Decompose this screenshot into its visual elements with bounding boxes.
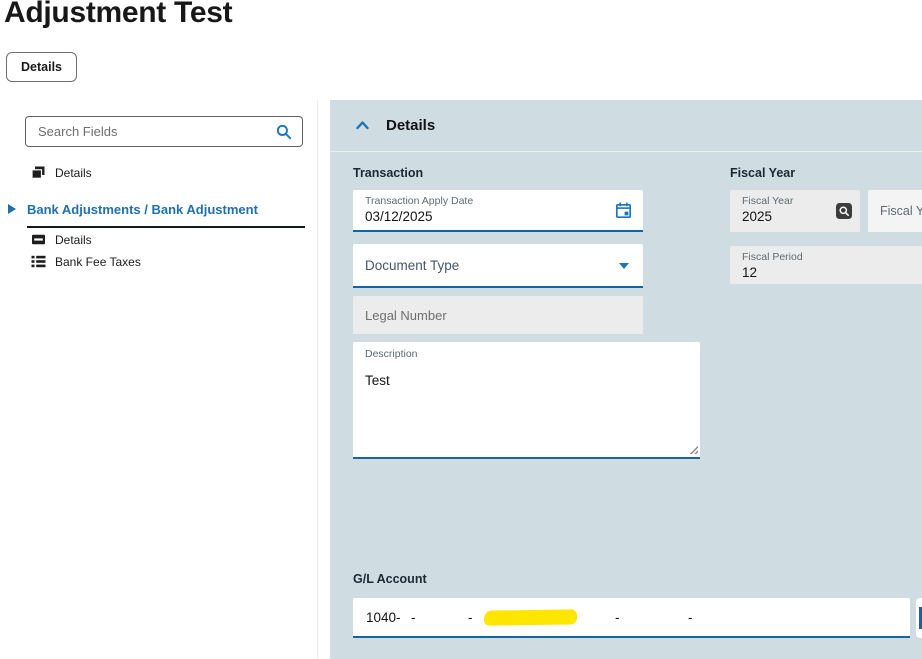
sidebar-group-label: Bank Adjustments / Bank Adjustment [27, 202, 258, 217]
sidebar-item-label: Details [55, 166, 92, 180]
sidebar-group-bank-adjustments[interactable]: Bank Adjustments / Bank Adjustment [27, 201, 305, 228]
fiscal-year-field: Fiscal Year 2025 [730, 190, 860, 232]
gl-segment: - [411, 598, 416, 636]
gl-segment: - [468, 598, 473, 636]
dropdown-label: Document Type [365, 258, 459, 273]
field-value: Test [353, 371, 700, 388]
search-fields-box[interactable] [25, 116, 303, 147]
sidebar-item-details-top[interactable]: Details [31, 164, 92, 181]
calendar-icon[interactable] [614, 201, 633, 220]
field-label: Transaction Apply Date [353, 190, 643, 207]
gl-account-lookup-button[interactable] [916, 598, 922, 638]
fiscal-year-suffix-field: Fiscal Ye [868, 190, 922, 232]
card-icon [31, 232, 46, 247]
field-navigation-sidebar: Details Bank Adjustments / Bank Adjustme… [0, 100, 318, 659]
fiscal-period-field: Fiscal Period 12 [730, 246, 922, 284]
legal-number-field: Legal Number [353, 296, 643, 334]
transaction-section-label: Transaction [353, 166, 423, 180]
expander-triangle-icon[interactable] [8, 204, 16, 214]
search-input[interactable] [36, 123, 275, 140]
field-value: 12 [730, 263, 922, 280]
details-panel: Details Transaction Transaction Apply Da… [330, 100, 922, 659]
field-label: Description [353, 342, 700, 360]
search-icon[interactable] [275, 123, 293, 141]
field-label: Fiscal Period [730, 246, 922, 263]
panel-title: Details [386, 117, 435, 134]
sidebar-item-label: Details [55, 233, 92, 247]
sidebar-item-bank-fee-taxes[interactable]: Bank Fee Taxes [31, 253, 141, 270]
button-glyph-fragment [919, 607, 922, 629]
page-title: Adjustment Test [4, 0, 232, 31]
resize-handle[interactable] [688, 444, 698, 454]
collapse-chevron-up-icon[interactable] [355, 119, 370, 132]
fiscal-year-section-label: Fiscal Year [730, 166, 795, 180]
list-icon [31, 254, 46, 269]
details-panel-header[interactable]: Details [330, 100, 922, 152]
redaction-highlight [484, 609, 577, 625]
field-label: Fiscal Ye [880, 204, 922, 218]
gl-segment: - [688, 598, 693, 636]
field-value: 03/12/2025 [353, 207, 643, 224]
field-label: Legal Number [365, 308, 447, 323]
gl-account-section-label: G/L Account [353, 572, 427, 586]
sidebar-item-details-group[interactable]: Details [31, 231, 92, 248]
sidebar-item-label: Bank Fee Taxes [55, 255, 141, 269]
chevron-down-icon [619, 263, 629, 269]
gl-segment: - [615, 598, 620, 636]
gl-account-field[interactable]: 1040- - - - - [353, 598, 910, 638]
lookup-search-icon[interactable] [835, 202, 853, 220]
document-type-dropdown[interactable]: Document Type [353, 244, 643, 288]
stacked-cards-icon [31, 165, 46, 180]
gl-segment: 1040- [366, 598, 401, 636]
app-window: Adjustment Test Details Details [0, 0, 922, 659]
transaction-apply-date-field[interactable]: Transaction Apply Date 03/12/2025 [353, 190, 643, 232]
details-tab-button[interactable]: Details [6, 52, 77, 82]
description-textarea[interactable]: Description Test [353, 342, 700, 459]
